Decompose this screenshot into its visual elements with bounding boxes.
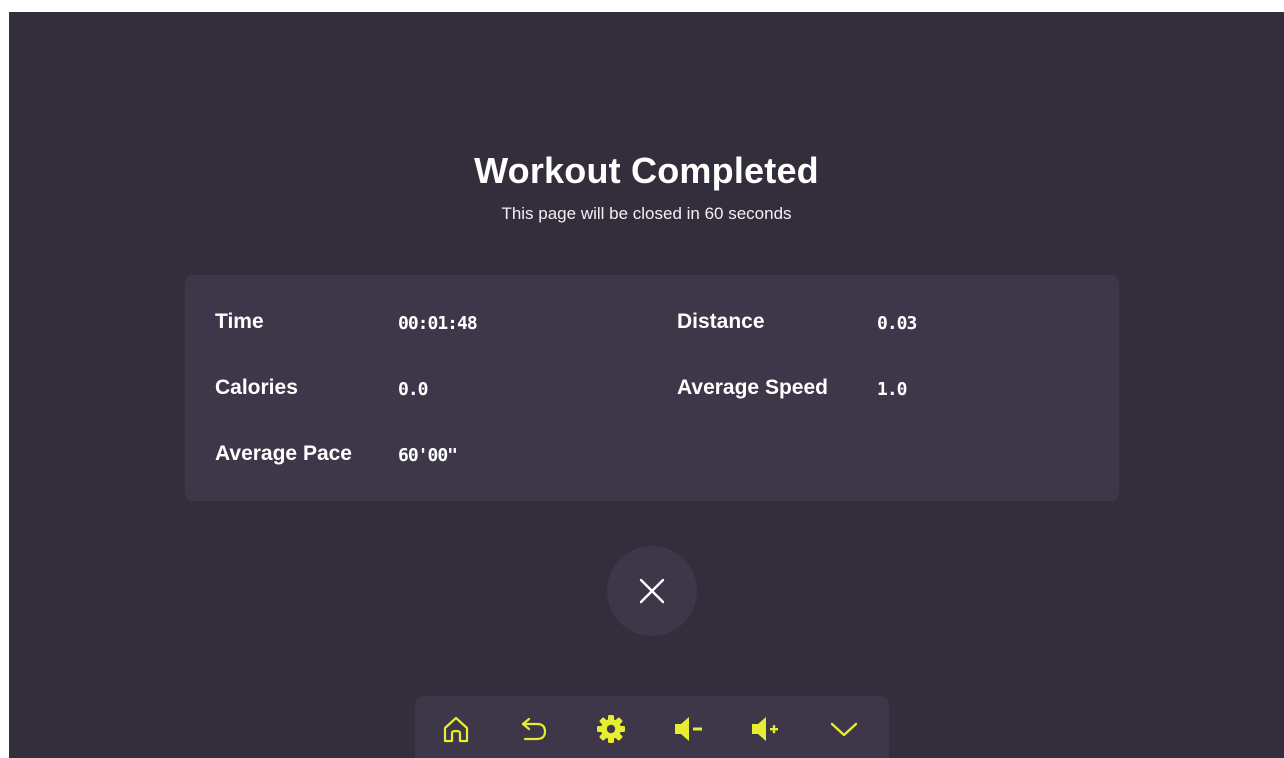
auto-close-notice: This page will be closed in 60 seconds xyxy=(501,204,792,223)
volume-down-icon xyxy=(675,717,702,741)
stat-value-time: 00:01:48 xyxy=(398,313,478,334)
stat-label-average-pace: Average Pace xyxy=(215,442,352,465)
workout-summary-screen: Workout Completed This page will be clos… xyxy=(9,12,1284,758)
stat-label-average-speed: Average Speed xyxy=(677,376,828,399)
close-icon xyxy=(639,578,665,604)
home-button[interactable] xyxy=(439,712,473,746)
bottom-toolbar xyxy=(415,696,889,758)
chevron-down-icon xyxy=(830,722,858,737)
home-icon xyxy=(443,716,469,743)
stat-value-average-pace: 60'00" xyxy=(398,445,458,466)
settings-button[interactable] xyxy=(594,712,628,746)
back-button[interactable] xyxy=(517,712,551,746)
volume-down-button[interactable] xyxy=(672,712,706,746)
stat-label-distance: Distance xyxy=(677,310,765,333)
volume-up-button[interactable] xyxy=(749,712,783,746)
stat-label-time: Time xyxy=(215,310,264,333)
collapse-button[interactable] xyxy=(827,712,861,746)
back-icon xyxy=(521,717,547,741)
stat-value-distance: 0.03 xyxy=(877,313,917,334)
workout-stats-card: Time 00:01:48 Distance 0.03 Calories 0.0… xyxy=(185,275,1119,501)
page-title: Workout Completed xyxy=(474,150,819,191)
volume-up-icon xyxy=(752,717,778,741)
stat-value-average-speed: 1.0 xyxy=(877,379,907,400)
gear-icon xyxy=(597,715,625,743)
stat-label-calories: Calories xyxy=(215,376,298,399)
stat-value-calories: 0.0 xyxy=(398,379,428,400)
close-button[interactable] xyxy=(607,546,697,636)
